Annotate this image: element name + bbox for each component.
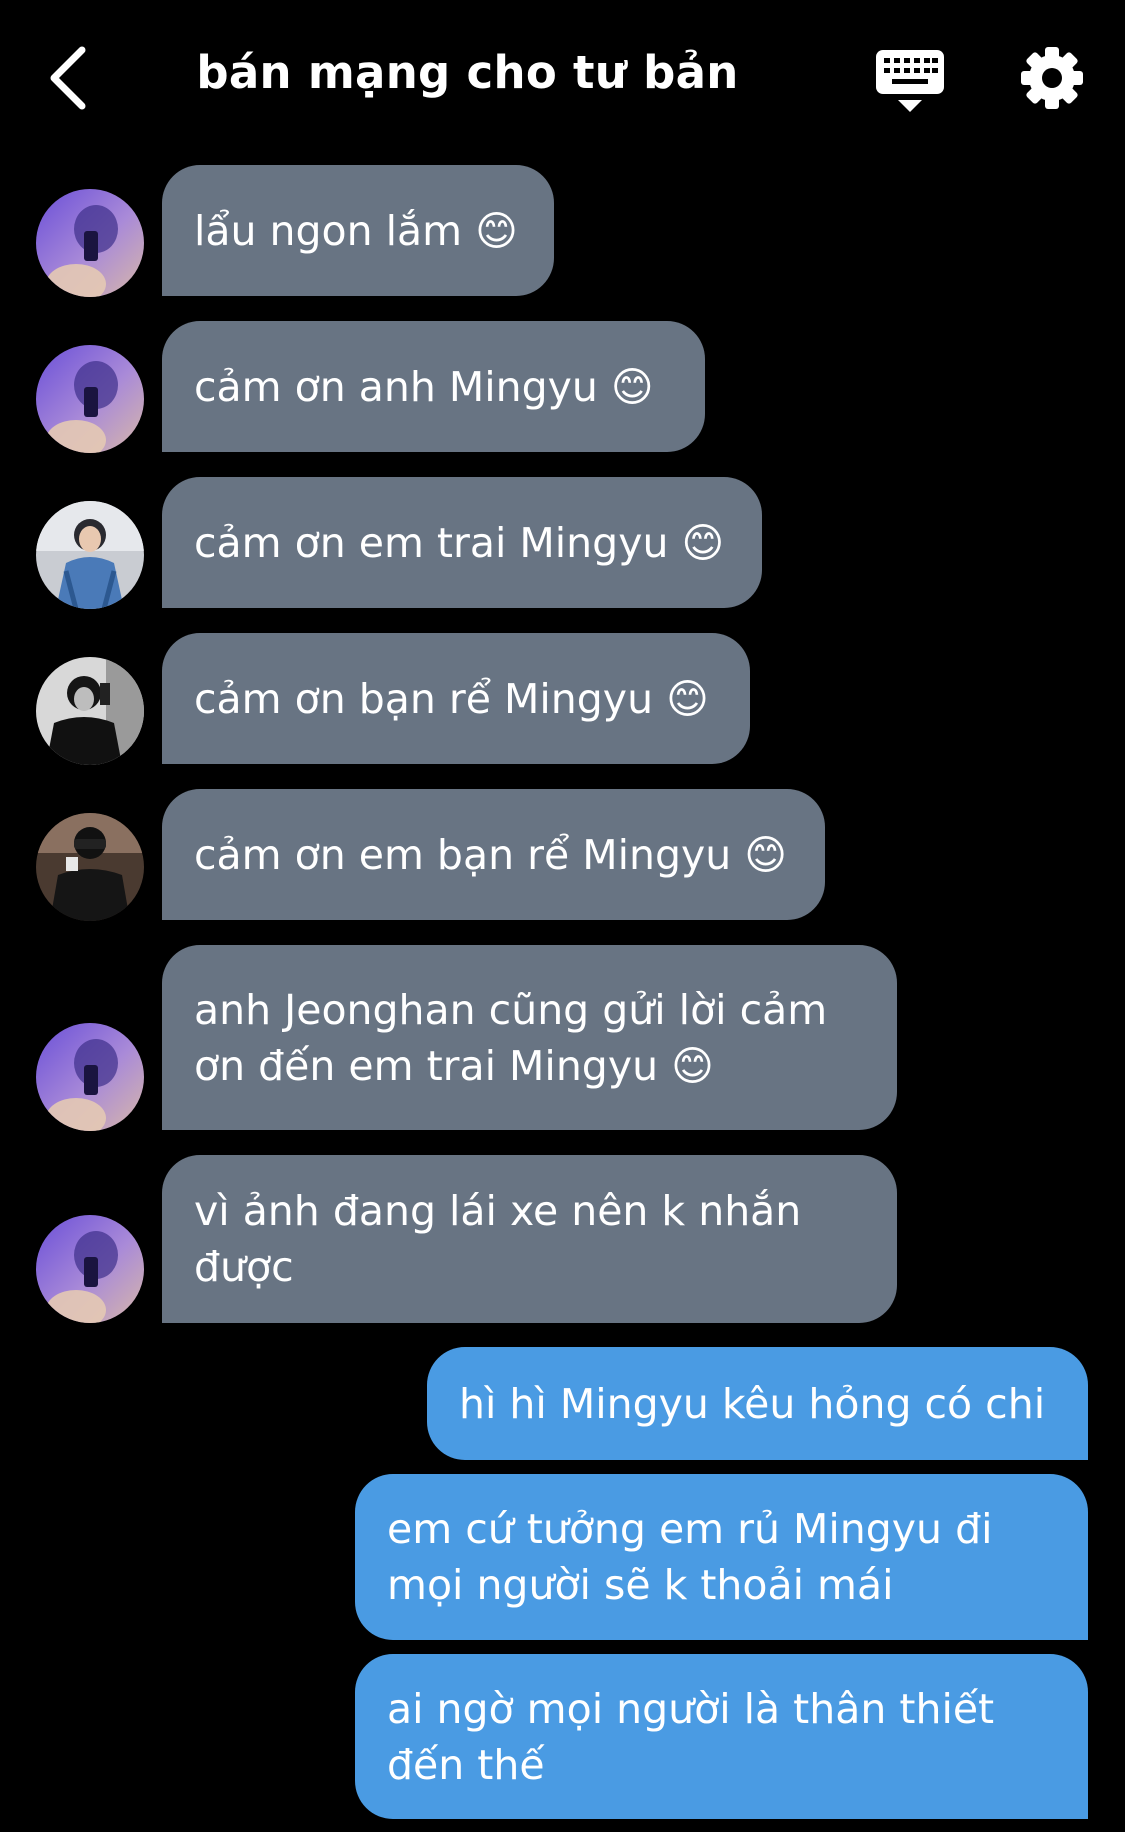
message-bubble-outgoing: ai ngờ mọi người là thân thiết đến thế xyxy=(355,1654,1088,1819)
keyboard-icon xyxy=(876,50,944,112)
back-button[interactable] xyxy=(38,40,108,116)
avatar[interactable] xyxy=(36,345,144,453)
message-text: ai ngờ mọi người là thân thiết đến thế xyxy=(387,1684,995,1789)
message-bubble-incoming: cảm ơn anh Mingyu 😊 xyxy=(162,321,705,452)
message-text: em cứ tưởng em rủ Mingyu đi mọi người sẽ… xyxy=(387,1505,993,1609)
chat-title: bán mạng cho tư bản xyxy=(196,46,739,99)
message-text: cảm ơn anh Mingyu 😊 xyxy=(194,362,654,411)
message-bubble-incoming: cảm ơn em bạn rể Mingyu 😊 xyxy=(162,789,825,920)
avatar[interactable] xyxy=(36,189,144,297)
message-text: cảm ơn em trai Mingyu 😊 xyxy=(194,518,725,567)
gear-icon xyxy=(1021,47,1083,109)
message-text: cảm ơn em bạn rể Mingyu 😊 xyxy=(194,830,788,879)
avatar[interactable] xyxy=(36,501,144,609)
chat-header: bán mạng cho tư bản xyxy=(0,0,1125,160)
avatar[interactable] xyxy=(36,657,144,765)
chevron-left-icon xyxy=(50,46,86,110)
avatar[interactable] xyxy=(36,813,144,921)
message-bubble-incoming: lẩu ngon lắm 😊 xyxy=(162,165,554,296)
message-text: cảm ơn bạn rể Mingyu 😊 xyxy=(194,674,709,723)
message-bubble-outgoing: em cứ tưởng em rủ Mingyu đi mọi người sẽ… xyxy=(355,1474,1088,1640)
message-bubble-incoming: anh Jeonghan cũng gửi lời cảm ơn đến em … xyxy=(162,945,897,1130)
message-text: lẩu ngon lắm 😊 xyxy=(194,206,518,255)
message-text: anh Jeonghan cũng gửi lời cảm ơn đến em … xyxy=(194,985,828,1090)
message-text: hì hì Mingyu kêu hỏng có chi xyxy=(459,1379,1046,1428)
message-bubble-incoming: vì ảnh đang lái xe nên k nhắn được xyxy=(162,1155,897,1323)
keyboard-button[interactable] xyxy=(872,46,948,116)
message-bubble-outgoing: hì hì Mingyu kêu hỏng có chi xyxy=(427,1347,1088,1460)
message-bubble-incoming: cảm ơn em trai Mingyu 😊 xyxy=(162,477,762,608)
message-bubble-incoming: cảm ơn bạn rể Mingyu 😊 xyxy=(162,633,750,764)
message-text: vì ảnh đang lái xe nên k nhắn được xyxy=(194,1187,802,1291)
avatar[interactable] xyxy=(36,1023,144,1131)
settings-button[interactable] xyxy=(1020,46,1084,110)
avatar[interactable] xyxy=(36,1215,144,1323)
